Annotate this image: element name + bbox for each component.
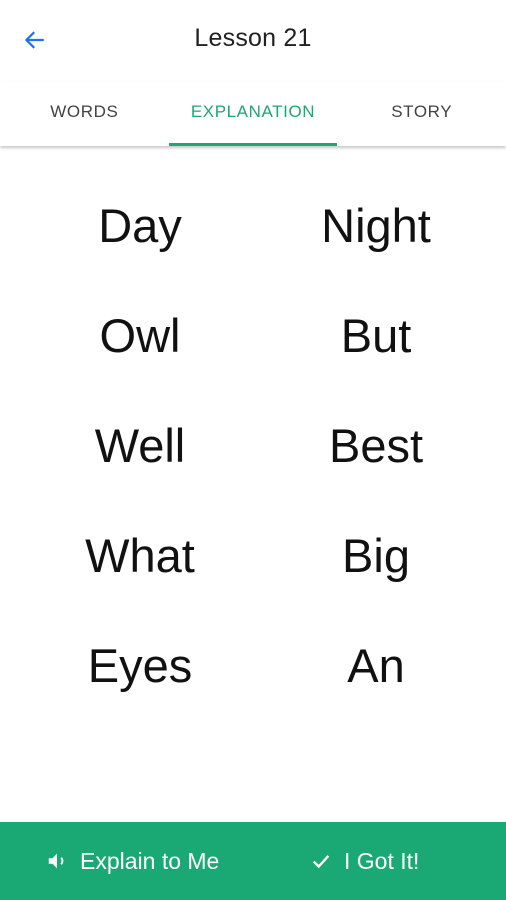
word-left: Day [98, 198, 182, 252]
word-row: Day Night [0, 170, 506, 280]
app-bar: Lesson 21 [0, 0, 506, 82]
i-got-it-button[interactable]: I Got It! [280, 822, 506, 900]
explain-label: Explain to Me [80, 847, 220, 874]
word-row: Eyes An [0, 610, 506, 720]
page-title: Lesson 21 [194, 24, 312, 52]
word-left: What [85, 528, 195, 582]
word-right: Big [342, 528, 410, 582]
tab-words[interactable]: WORDS [0, 82, 169, 146]
word-right: An [347, 638, 405, 692]
check-icon [310, 850, 332, 872]
word-pairs-list: Day Night Owl But Well Best What Big Eye… [0, 170, 506, 720]
tab-explanation[interactable]: EXPLANATION [168, 82, 338, 146]
word-left: Well [94, 418, 186, 472]
lesson-screen: Lesson 21 WORDS EXPLANATION STORY Day Ni… [0, 0, 506, 900]
speaker-icon [46, 850, 68, 872]
tab-story[interactable]: STORY [337, 82, 506, 146]
word-left: Eyes [87, 638, 193, 692]
word-row: What Big [0, 500, 506, 610]
word-right: Best [328, 418, 424, 472]
explain-to-me-button[interactable]: Explain to Me [0, 822, 280, 900]
word-left: Owl [99, 308, 181, 362]
tab-bar: WORDS EXPLANATION STORY [0, 82, 506, 146]
word-row: Well Best [0, 390, 506, 500]
word-right: But [340, 308, 412, 362]
word-right: Night [321, 198, 431, 252]
gotit-label: I Got It! [344, 847, 420, 874]
bottom-action-bar: Explain to Me I Got It! [0, 822, 506, 900]
word-row: Owl But [0, 280, 506, 390]
